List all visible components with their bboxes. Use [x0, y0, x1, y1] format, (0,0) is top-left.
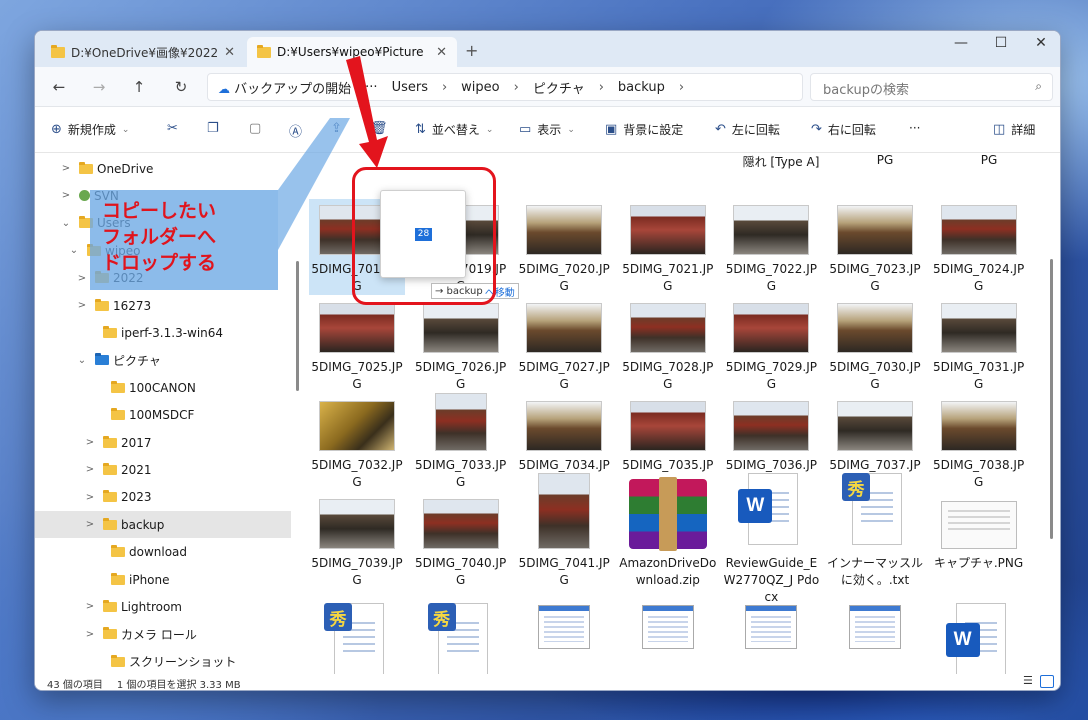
callout-pointer [278, 118, 350, 250]
annotation-arrow [278, 56, 388, 250]
red-arrow-icon [346, 56, 388, 168]
